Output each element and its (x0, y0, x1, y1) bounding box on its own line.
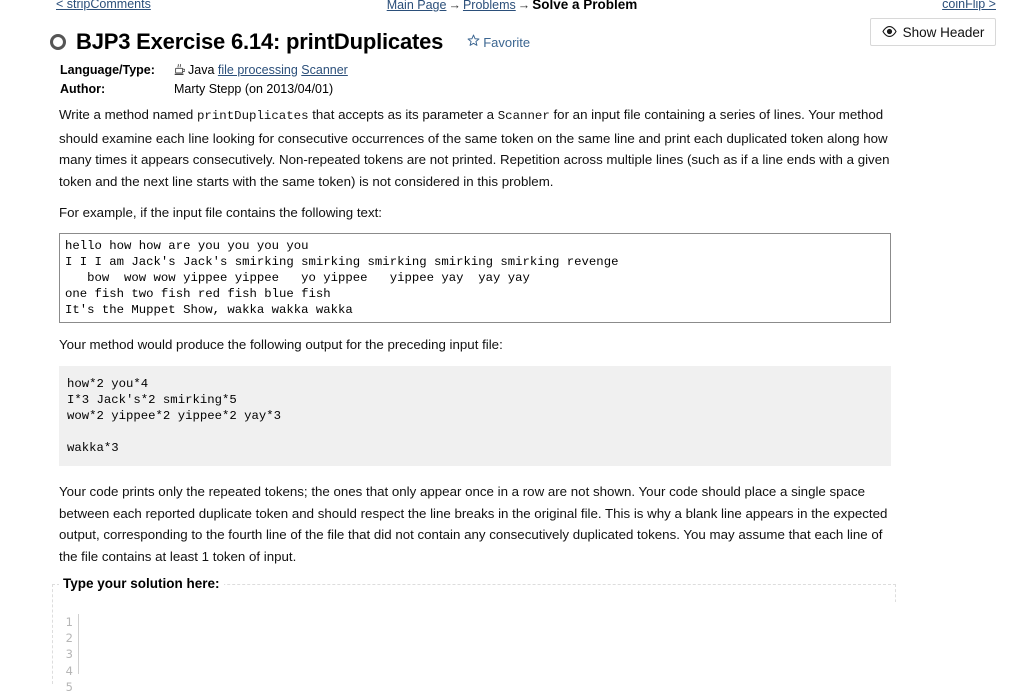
inline-code-printduplicates: printDuplicates (196, 109, 309, 123)
problem-notes-paragraph: Your code prints only the repeated token… (59, 484, 888, 564)
expected-output-intro-paragraph: Your method would produce the following … (59, 337, 503, 352)
star-icon (467, 34, 480, 50)
problem-metadata: Language/Type: Java file processing Scan… (60, 62, 348, 98)
expected-output-code-block: how*2 you*4 I*3 Jack's*2 smirking*5 wow*… (59, 366, 891, 466)
tag-link-scanner[interactable]: Scanner (301, 63, 348, 77)
java-icon (174, 63, 186, 81)
page-title: BJP3 Exercise 6.14: printDuplicates (76, 29, 444, 54)
eye-icon (881, 25, 897, 40)
breadcrumb-separator-2: → (517, 0, 531, 12)
show-header-button-label: Show Header (902, 24, 985, 40)
breadcrumb-current-page: Solve a Problem (532, 0, 638, 12)
nav-next-problem-link[interactable]: coinFlip > (942, 0, 996, 11)
favorite-label: Favorite (483, 34, 531, 50)
favorite-button[interactable]: Favorite (467, 34, 530, 50)
author-label: Author: (60, 82, 106, 96)
author-value: Marty Stepp (on 2013/04/01) (174, 82, 334, 96)
tag-link-file-processing[interactable]: file processing (218, 63, 298, 77)
language-name: Java (188, 63, 215, 77)
language-type-value: Java file processing Scanner (174, 62, 348, 81)
example-input-code-block: hello how how are you you you you I I I … (59, 233, 891, 323)
desc-part-a: Write a method named (59, 107, 197, 122)
metadata-row-author: Author: Marty Stepp (on 2013/04/01) (60, 81, 348, 98)
solution-legend: Type your solution here: (59, 576, 224, 591)
desc-part-b: that accepts as its parameter a (308, 107, 498, 122)
problem-description-paragraph: Write a method named printDuplicates tha… (59, 104, 891, 192)
page-title-row: BJP3 Exercise 6.14: printDuplicates Favo… (50, 29, 530, 55)
breadcrumb-separator-1: → (448, 0, 461, 12)
top-navigation-bar: < stripComments Main Page → Problems → Solve… (0, 0, 1024, 14)
breadcrumb-item-main-page[interactable]: Main Page (387, 0, 447, 12)
breadcrumb-item-problems[interactable]: Problems (463, 0, 516, 12)
unsolved-circle-icon (50, 34, 66, 50)
example-intro-paragraph: For example, if the input file contains … (59, 205, 382, 220)
metadata-row-language: Language/Type: Java file processing Scan… (60, 62, 348, 81)
breadcrumb: Main Page → Problems → Solve a Problem (0, 0, 1024, 12)
code-editor[interactable]: 1 2 3 4 5 (53, 602, 896, 694)
solution-fieldset: Type your solution here: 1 2 3 4 5 (52, 576, 896, 694)
inline-code-scanner: Scanner (497, 109, 550, 123)
solution-code-input[interactable] (79, 602, 896, 685)
editor-line-numbers: 1 2 3 4 5 (53, 613, 79, 694)
show-header-button[interactable]: Show Header (870, 18, 996, 46)
language-type-label: Language/Type: (60, 63, 155, 77)
